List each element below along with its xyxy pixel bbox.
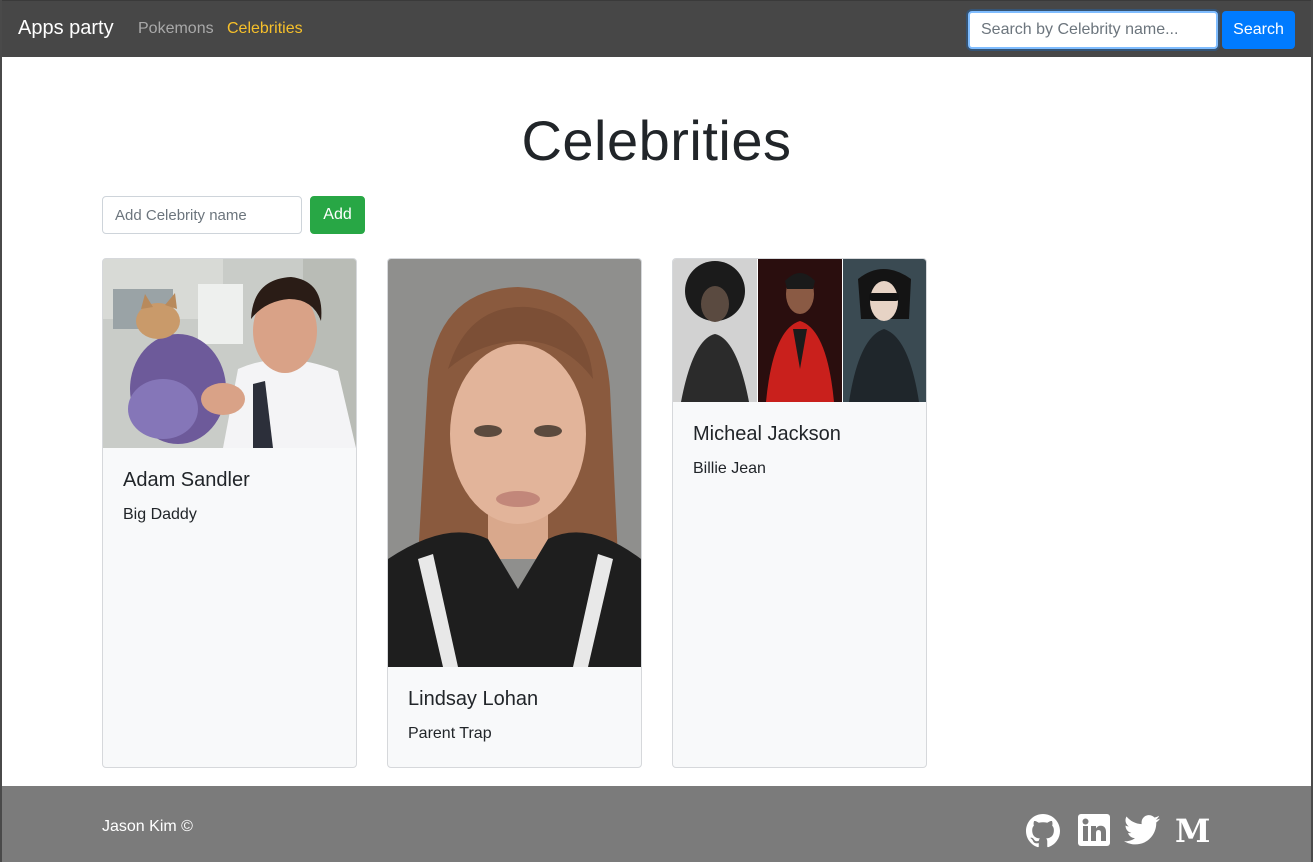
github-icon[interactable] [1026, 814, 1060, 853]
twitter-icon[interactable] [1124, 814, 1160, 851]
brand-link[interactable]: Apps party [18, 17, 114, 40]
svg-text:M: M [1175, 814, 1210, 846]
micheal-jackson-photo [673, 259, 926, 402]
card-body: Adam Sandler Big Daddy [103, 448, 356, 544]
navbar: Apps party Pokemons Celebrities Search [2, 0, 1311, 57]
footer-copyright: Jason Kim © [102, 818, 193, 835]
app-window: Apps party Pokemons Celebrities Search C… [0, 0, 1313, 862]
search-button[interactable]: Search [1222, 11, 1295, 49]
add-button[interactable]: Add [310, 196, 365, 234]
lindsay-lohan-photo [388, 259, 641, 667]
footer: Jason Kim © M [2, 786, 1311, 862]
add-celebrity-input[interactable] [102, 196, 302, 234]
celebrity-card: Lindsay Lohan Parent Trap [387, 258, 642, 768]
celebrity-name: Lindsay Lohan [408, 688, 539, 710]
celebrity-name: Adam Sandler [123, 469, 250, 491]
search-input[interactable] [968, 11, 1218, 49]
adam-sandler-photo [103, 259, 356, 448]
celebrity-name: Micheal Jackson [693, 423, 841, 445]
card-body: Lindsay Lohan Parent Trap [388, 667, 641, 763]
card-body: Micheal Jackson Billie Jean [673, 402, 926, 498]
celebrity-card: Adam Sandler Big Daddy [102, 258, 357, 768]
celebrity-movie: Parent Trap [408, 725, 492, 742]
celebrity-movie: Big Daddy [123, 506, 197, 523]
nav-link-celebrities[interactable]: Celebrities [227, 20, 303, 38]
celebrity-movie: Billie Jean [693, 460, 766, 477]
medium-icon[interactable]: M [1174, 812, 1210, 851]
celebrity-card: Micheal Jackson Billie Jean [672, 258, 927, 768]
page-title: Celebrities [521, 109, 792, 172]
linkedin-icon[interactable] [1078, 814, 1110, 851]
nav-link-pokemons[interactable]: Pokemons [138, 20, 214, 38]
